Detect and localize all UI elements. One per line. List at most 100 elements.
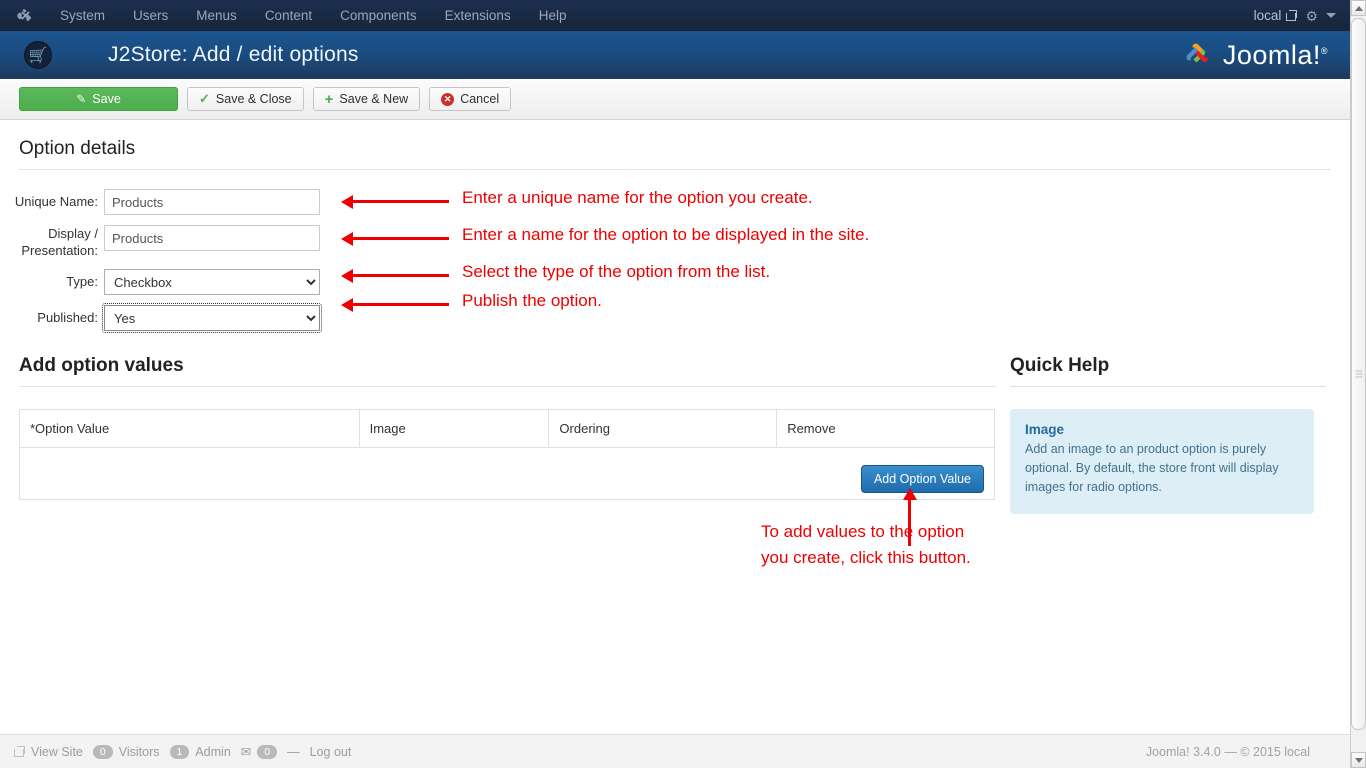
admin-status[interactable]: 1 Admin: [170, 745, 231, 759]
visitors-label: Visitors: [119, 745, 160, 759]
annotation-add-button-line1: To add values to the option: [761, 522, 964, 542]
cart-glyph: 🛒: [29, 48, 48, 63]
footer-separator: —: [287, 745, 300, 759]
external-link-icon: [1286, 10, 1297, 21]
option-details-heading: Option details: [0, 120, 1350, 169]
annotation-arrow-display: [352, 237, 449, 240]
add-option-values-heading: Add option values: [19, 345, 996, 386]
cancel-circle-icon: ✕: [441, 93, 454, 106]
table-header-row: *Option Value Image Ordering Remove: [20, 410, 995, 448]
save-and-new-button[interactable]: + Save & New: [313, 87, 421, 111]
display-presentation-input[interactable]: [104, 225, 320, 251]
nav-item-content[interactable]: Content: [251, 0, 326, 31]
page-title: J2Store: Add / edit options: [108, 43, 359, 67]
logout-link[interactable]: Log out: [310, 745, 352, 759]
joomla-wordmark: Joomla!®: [1223, 40, 1328, 71]
joomla-mark-icon[interactable]: [0, 7, 46, 24]
quick-help-panel: Quick Help Image Add an image to an prod…: [996, 345, 1326, 514]
published-label: Published:: [0, 305, 104, 326]
messages-count-badge: 0: [257, 745, 277, 759]
annotation-arrow-published: [352, 303, 449, 306]
cancel-button[interactable]: ✕ Cancel: [429, 87, 511, 111]
column-header-ordering: Ordering: [549, 410, 777, 448]
scrollbar-grip-icon: [1355, 369, 1362, 380]
annotation-arrow-unique-name: [352, 200, 449, 203]
admin-count-badge: 1: [170, 745, 190, 759]
annotation-type: Select the type of the option from the l…: [462, 262, 770, 282]
external-link-icon: [14, 746, 25, 757]
lower-section: Add option values *Option Value Image Or…: [0, 341, 1350, 514]
admin-label: Admin: [195, 745, 230, 759]
type-label: Type:: [0, 269, 104, 290]
save-button-label: Save: [92, 92, 121, 106]
unique-name-input[interactable]: [104, 189, 320, 215]
joomla-pinwheel-icon: [1180, 37, 1216, 73]
action-toolbar: ✎ Save ✓ Save & Close + Save & New ✕ Can…: [0, 79, 1350, 120]
chevron-down-icon[interactable]: [1326, 13, 1336, 18]
admin-page: System Users Menus Content Components Ex…: [0, 0, 1366, 768]
top-admin-menubar: System Users Menus Content Components Ex…: [0, 0, 1350, 31]
add-option-value-button[interactable]: Add Option Value: [861, 465, 984, 493]
visitors-count-badge: 0: [93, 745, 113, 759]
add-button-cell: Add Option Value: [20, 448, 995, 500]
copyright-text: Joomla! 3.4.0 — © 2015 local: [1146, 745, 1336, 759]
quick-help-box-title: Image: [1025, 422, 1299, 437]
type-select[interactable]: Checkbox: [104, 269, 320, 295]
unique-name-label: Unique Name:: [0, 189, 104, 210]
site-label: local: [1254, 8, 1282, 23]
nav-item-menus[interactable]: Menus: [182, 0, 251, 31]
display-presentation-label: Display / Presentation:: [0, 225, 104, 259]
annotation-display-presentation: Enter a name for the option to be displa…: [462, 225, 869, 245]
nav-item-help[interactable]: Help: [525, 0, 581, 31]
gear-icon[interactable]: ⚙: [1305, 9, 1318, 23]
nav-item-system[interactable]: System: [46, 0, 119, 31]
divider: [1010, 386, 1326, 387]
save-and-close-button[interactable]: ✓ Save & Close: [187, 87, 304, 111]
column-header-option-value: *Option Value: [20, 410, 360, 448]
quick-help-heading: Quick Help: [1010, 345, 1326, 386]
published-select[interactable]: Yes: [104, 305, 320, 331]
column-header-remove: Remove: [777, 410, 995, 448]
save-and-new-label: Save & New: [339, 92, 408, 106]
main-content: Option details Unique Name: Display / Pr…: [0, 120, 1350, 734]
option-values-panel: Add option values *Option Value Image Or…: [0, 345, 996, 514]
quick-help-box-text: Add an image to an product option is pur…: [1025, 440, 1299, 497]
save-button[interactable]: ✎ Save: [19, 87, 178, 111]
shopping-cart-icon: 🛒: [24, 41, 52, 69]
display-label-line2: Presentation:: [0, 242, 98, 259]
messages-status[interactable]: ✉ 0: [241, 744, 277, 759]
top-nav: System Users Menus Content Components Ex…: [46, 0, 580, 31]
pencil-icon: ✎: [76, 92, 86, 106]
scrollbar-thumb[interactable]: [1351, 18, 1366, 730]
display-label-line1: Display /: [0, 225, 98, 242]
joomla-logo: Joomla!®: [1180, 37, 1328, 73]
scroll-up-arrow-icon[interactable]: [1351, 0, 1366, 16]
page-scrollbar[interactable]: [1350, 0, 1366, 768]
table-row: Add Option Value: [20, 448, 995, 500]
quick-help-box: Image Add an image to an product option …: [1010, 409, 1314, 514]
site-preview-link[interactable]: local: [1254, 8, 1298, 23]
annotation-arrow-type: [352, 274, 449, 277]
view-site-label: View Site: [31, 745, 83, 759]
visitors-status[interactable]: 0 Visitors: [93, 745, 160, 759]
check-icon: ✓: [199, 91, 210, 107]
status-bar: View Site 0 Visitors 1 Admin ✉ 0 — Log o…: [0, 734, 1350, 768]
view-site-link[interactable]: View Site: [14, 745, 83, 759]
nav-item-extensions[interactable]: Extensions: [431, 0, 525, 31]
nav-item-components[interactable]: Components: [326, 0, 431, 31]
field-row-published: Published: Yes: [0, 305, 1350, 331]
top-bar-right: local ⚙: [1254, 8, 1350, 23]
annotation-add-button-line2: you create, click this button.: [761, 548, 971, 568]
column-header-image: Image: [359, 410, 549, 448]
envelope-icon: ✉: [241, 744, 251, 759]
divider: [19, 386, 996, 387]
annotation-published: Publish the option.: [462, 291, 602, 311]
plus-icon: +: [325, 92, 334, 107]
annotation-unique-name: Enter a unique name for the option you c…: [462, 188, 813, 208]
save-and-close-label: Save & Close: [216, 92, 292, 106]
cancel-label: Cancel: [460, 92, 499, 106]
page-header: 🛒 J2Store: Add / edit options Joomla!®: [0, 31, 1350, 79]
scroll-down-arrow-icon[interactable]: [1351, 752, 1366, 768]
nav-item-users[interactable]: Users: [119, 0, 182, 31]
option-values-table: *Option Value Image Ordering Remove Add …: [19, 409, 995, 500]
